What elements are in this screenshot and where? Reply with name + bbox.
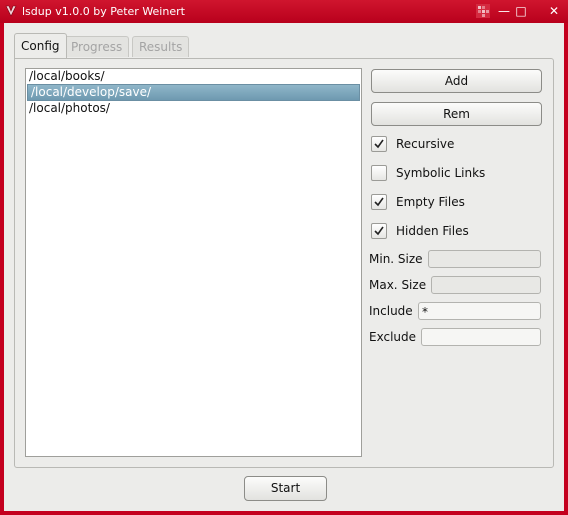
checkmark-icon: [374, 139, 384, 149]
list-item[interactable]: /local/books/: [26, 69, 361, 84]
minimize-button[interactable]: —: [497, 4, 511, 18]
app-window: lsdup v1.0.0 by Peter Weinert — □ ✕ Conf…: [0, 0, 568, 515]
symbolic-links-label: Symbolic Links: [396, 166, 486, 180]
include-field[interactable]: *: [418, 302, 541, 320]
title-bar[interactable]: lsdup v1.0.0 by Peter Weinert — □ ✕: [0, 0, 568, 23]
pixel-pattern-icon: [476, 4, 490, 18]
start-button[interactable]: Start: [244, 476, 327, 501]
min-size-field[interactable]: [428, 250, 541, 268]
close-button[interactable]: ✕: [547, 4, 561, 18]
include-label: Include: [369, 304, 413, 318]
empty-files-label: Empty Files: [396, 195, 465, 209]
recursive-checkbox[interactable]: [371, 136, 387, 152]
recursive-label: Recursive: [396, 137, 455, 151]
list-item[interactable]: /local/photos/: [26, 101, 361, 116]
maximize-button[interactable]: □: [514, 4, 528, 18]
symbolic-links-checkbox[interactable]: [371, 165, 387, 181]
exclude-label: Exclude: [369, 330, 417, 344]
empty-files-checkbox[interactable]: [371, 194, 387, 210]
path-list[interactable]: /local/books/ /local/develop/save/ /loca…: [25, 68, 362, 457]
max-size-label: Max. Size: [369, 278, 427, 292]
tab-config[interactable]: Config: [14, 33, 67, 58]
checkmark-icon: [374, 197, 384, 207]
max-size-field[interactable]: [431, 276, 541, 294]
app-icon[interactable]: [5, 4, 17, 18]
window-title: lsdup v1.0.0 by Peter Weinert: [22, 5, 185, 18]
hidden-files-checkbox[interactable]: [371, 223, 387, 239]
add-button[interactable]: Add: [371, 69, 542, 93]
rem-button[interactable]: Rem: [371, 102, 542, 126]
exclude-field[interactable]: [421, 328, 541, 346]
checkmark-icon: [374, 226, 384, 236]
config-panel: /local/books/ /local/develop/save/ /loca…: [14, 58, 554, 468]
list-item-selected[interactable]: /local/develop/save/: [27, 84, 360, 101]
tab-results[interactable]: Results: [132, 36, 190, 57]
client-area: Config Progress Results /local/books/ /l…: [4, 23, 564, 511]
hidden-files-label: Hidden Files: [396, 224, 469, 238]
min-size-label: Min. Size: [369, 252, 423, 266]
tab-progress[interactable]: Progress: [64, 36, 130, 57]
